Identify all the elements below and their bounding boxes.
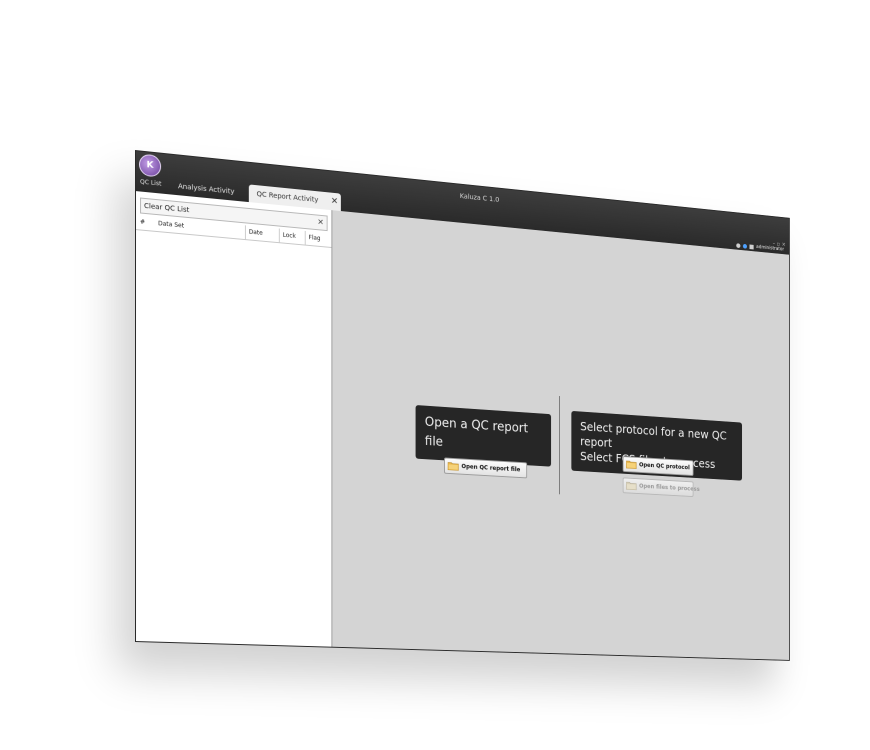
stage: K Kaluza C 1.0 Analysis Activity QC Repo… <box>0 0 870 750</box>
folder-icon <box>448 461 459 471</box>
open-files-to-process-button[interactable]: Open files to process <box>623 477 694 497</box>
column-header-flag[interactable]: Flag <box>305 231 321 246</box>
help-icon[interactable] <box>743 243 747 248</box>
clear-icon[interactable]: ✕ <box>317 216 323 230</box>
app-window: K Kaluza C 1.0 Analysis Activity QC Repo… <box>135 150 790 661</box>
open-report-label: Open a QC report file <box>416 405 551 467</box>
user-icon <box>750 244 754 249</box>
button-label: Open QC protocol <box>639 462 690 471</box>
folder-icon <box>626 459 636 469</box>
main-area: Open a QC report file Select protocol fo… <box>332 210 789 660</box>
column-header-date[interactable]: Date <box>245 225 263 240</box>
qc-list-panel: QC List Clear QC List ✕ # Data Set Date … <box>136 191 332 647</box>
settings-icon[interactable] <box>736 243 740 248</box>
folder-icon <box>626 480 636 490</box>
column-header-lock[interactable]: Lock <box>279 228 296 243</box>
column-header-number[interactable]: # <box>140 215 145 229</box>
button-label: Open files to process <box>639 483 700 493</box>
clear-qc-list-label: Clear QC List <box>144 202 189 214</box>
divider <box>559 396 560 494</box>
button-label: Open QC report file <box>461 463 520 473</box>
column-header-data-set[interactable]: Data Set <box>158 217 184 233</box>
